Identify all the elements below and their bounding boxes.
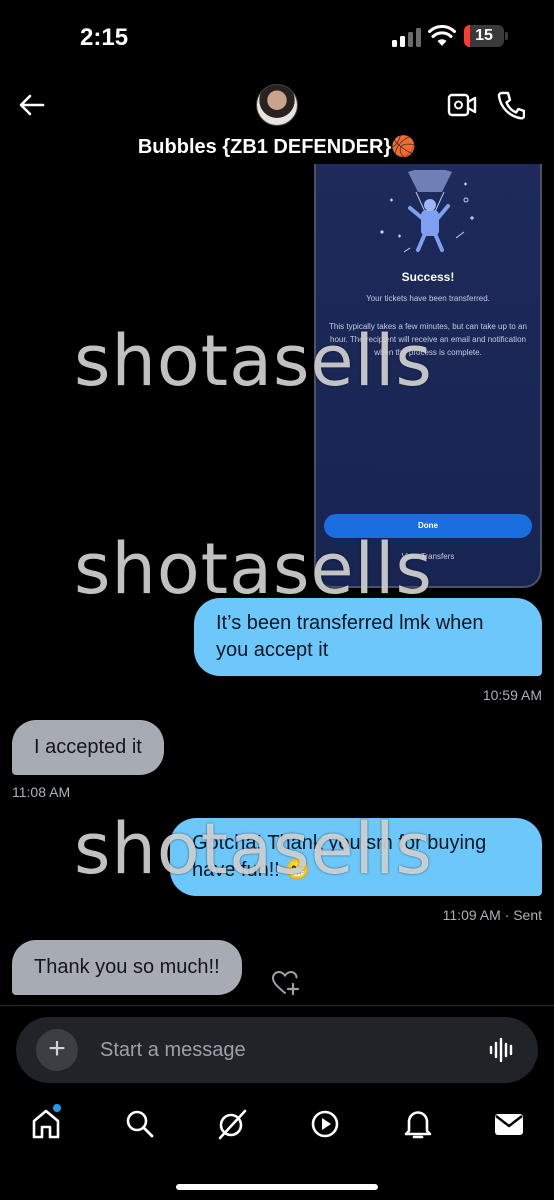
phone-call-icon[interactable]: [497, 90, 525, 120]
composer-divider: [0, 1005, 554, 1006]
status-bar: 2:15 15: [0, 0, 554, 70]
video-icon[interactable]: [310, 1108, 340, 1140]
grok-icon[interactable]: [216, 1108, 248, 1140]
cellular-signal-icon: [392, 27, 422, 47]
back-arrow-icon[interactable]: [18, 91, 46, 119]
message-bubble-incoming[interactable]: Thank you so much!!: [12, 940, 242, 995]
conversation-title[interactable]: Bubbles {ZB1 DEFENDER}🏀: [0, 134, 554, 159]
home-notification-dot: [53, 1104, 61, 1112]
bottom-navigation: [0, 1098, 554, 1158]
message-bubble-incoming[interactable]: I accepted it: [12, 720, 164, 775]
battery-tip: [505, 32, 508, 40]
attachment-done-button: Done: [324, 514, 532, 538]
message-timestamp: 10:59 AM: [482, 687, 542, 703]
message-input[interactable]: [100, 1037, 460, 1063]
attachment-body: This typically takes a few minutes, but …: [329, 322, 527, 357]
wifi-icon: [428, 25, 456, 46]
status-time: 2:15: [80, 24, 129, 51]
message-timestamp-sent: 11:09 AM · Sent: [442, 907, 542, 923]
message-bubble-outgoing[interactable]: It’s been transferred lmk when you accep…: [194, 598, 542, 676]
attachment-subtitle: Your tickets have been transferred.: [366, 294, 490, 303]
parachute-illustration: [380, 170, 474, 253]
message-bubble-outgoing[interactable]: Gotcha! Thank you sm for buying have fun…: [170, 818, 542, 896]
bell-icon[interactable]: [403, 1108, 433, 1140]
home-indicator[interactable]: [176, 1184, 378, 1190]
message-composer: +: [16, 1017, 538, 1083]
image-attachment[interactable]: Success! Your tickets have been transfer…: [314, 164, 542, 588]
attachment-title: Success!: [401, 270, 455, 284]
battery-icon: 15: [464, 25, 504, 47]
add-media-button[interactable]: +: [36, 1029, 78, 1071]
battery-level: 15: [475, 27, 493, 44]
voice-message-icon[interactable]: [488, 1037, 516, 1063]
attachment-view-transfers: View Transfers: [401, 552, 455, 561]
video-call-icon[interactable]: [447, 92, 477, 118]
search-icon[interactable]: [124, 1108, 154, 1140]
add-reaction-icon[interactable]: [272, 970, 300, 996]
message-timestamp: 11:08 AM: [12, 784, 71, 800]
contact-avatar[interactable]: [256, 84, 298, 126]
home-icon[interactable]: [31, 1108, 61, 1140]
mail-icon[interactable]: [494, 1108, 524, 1140]
